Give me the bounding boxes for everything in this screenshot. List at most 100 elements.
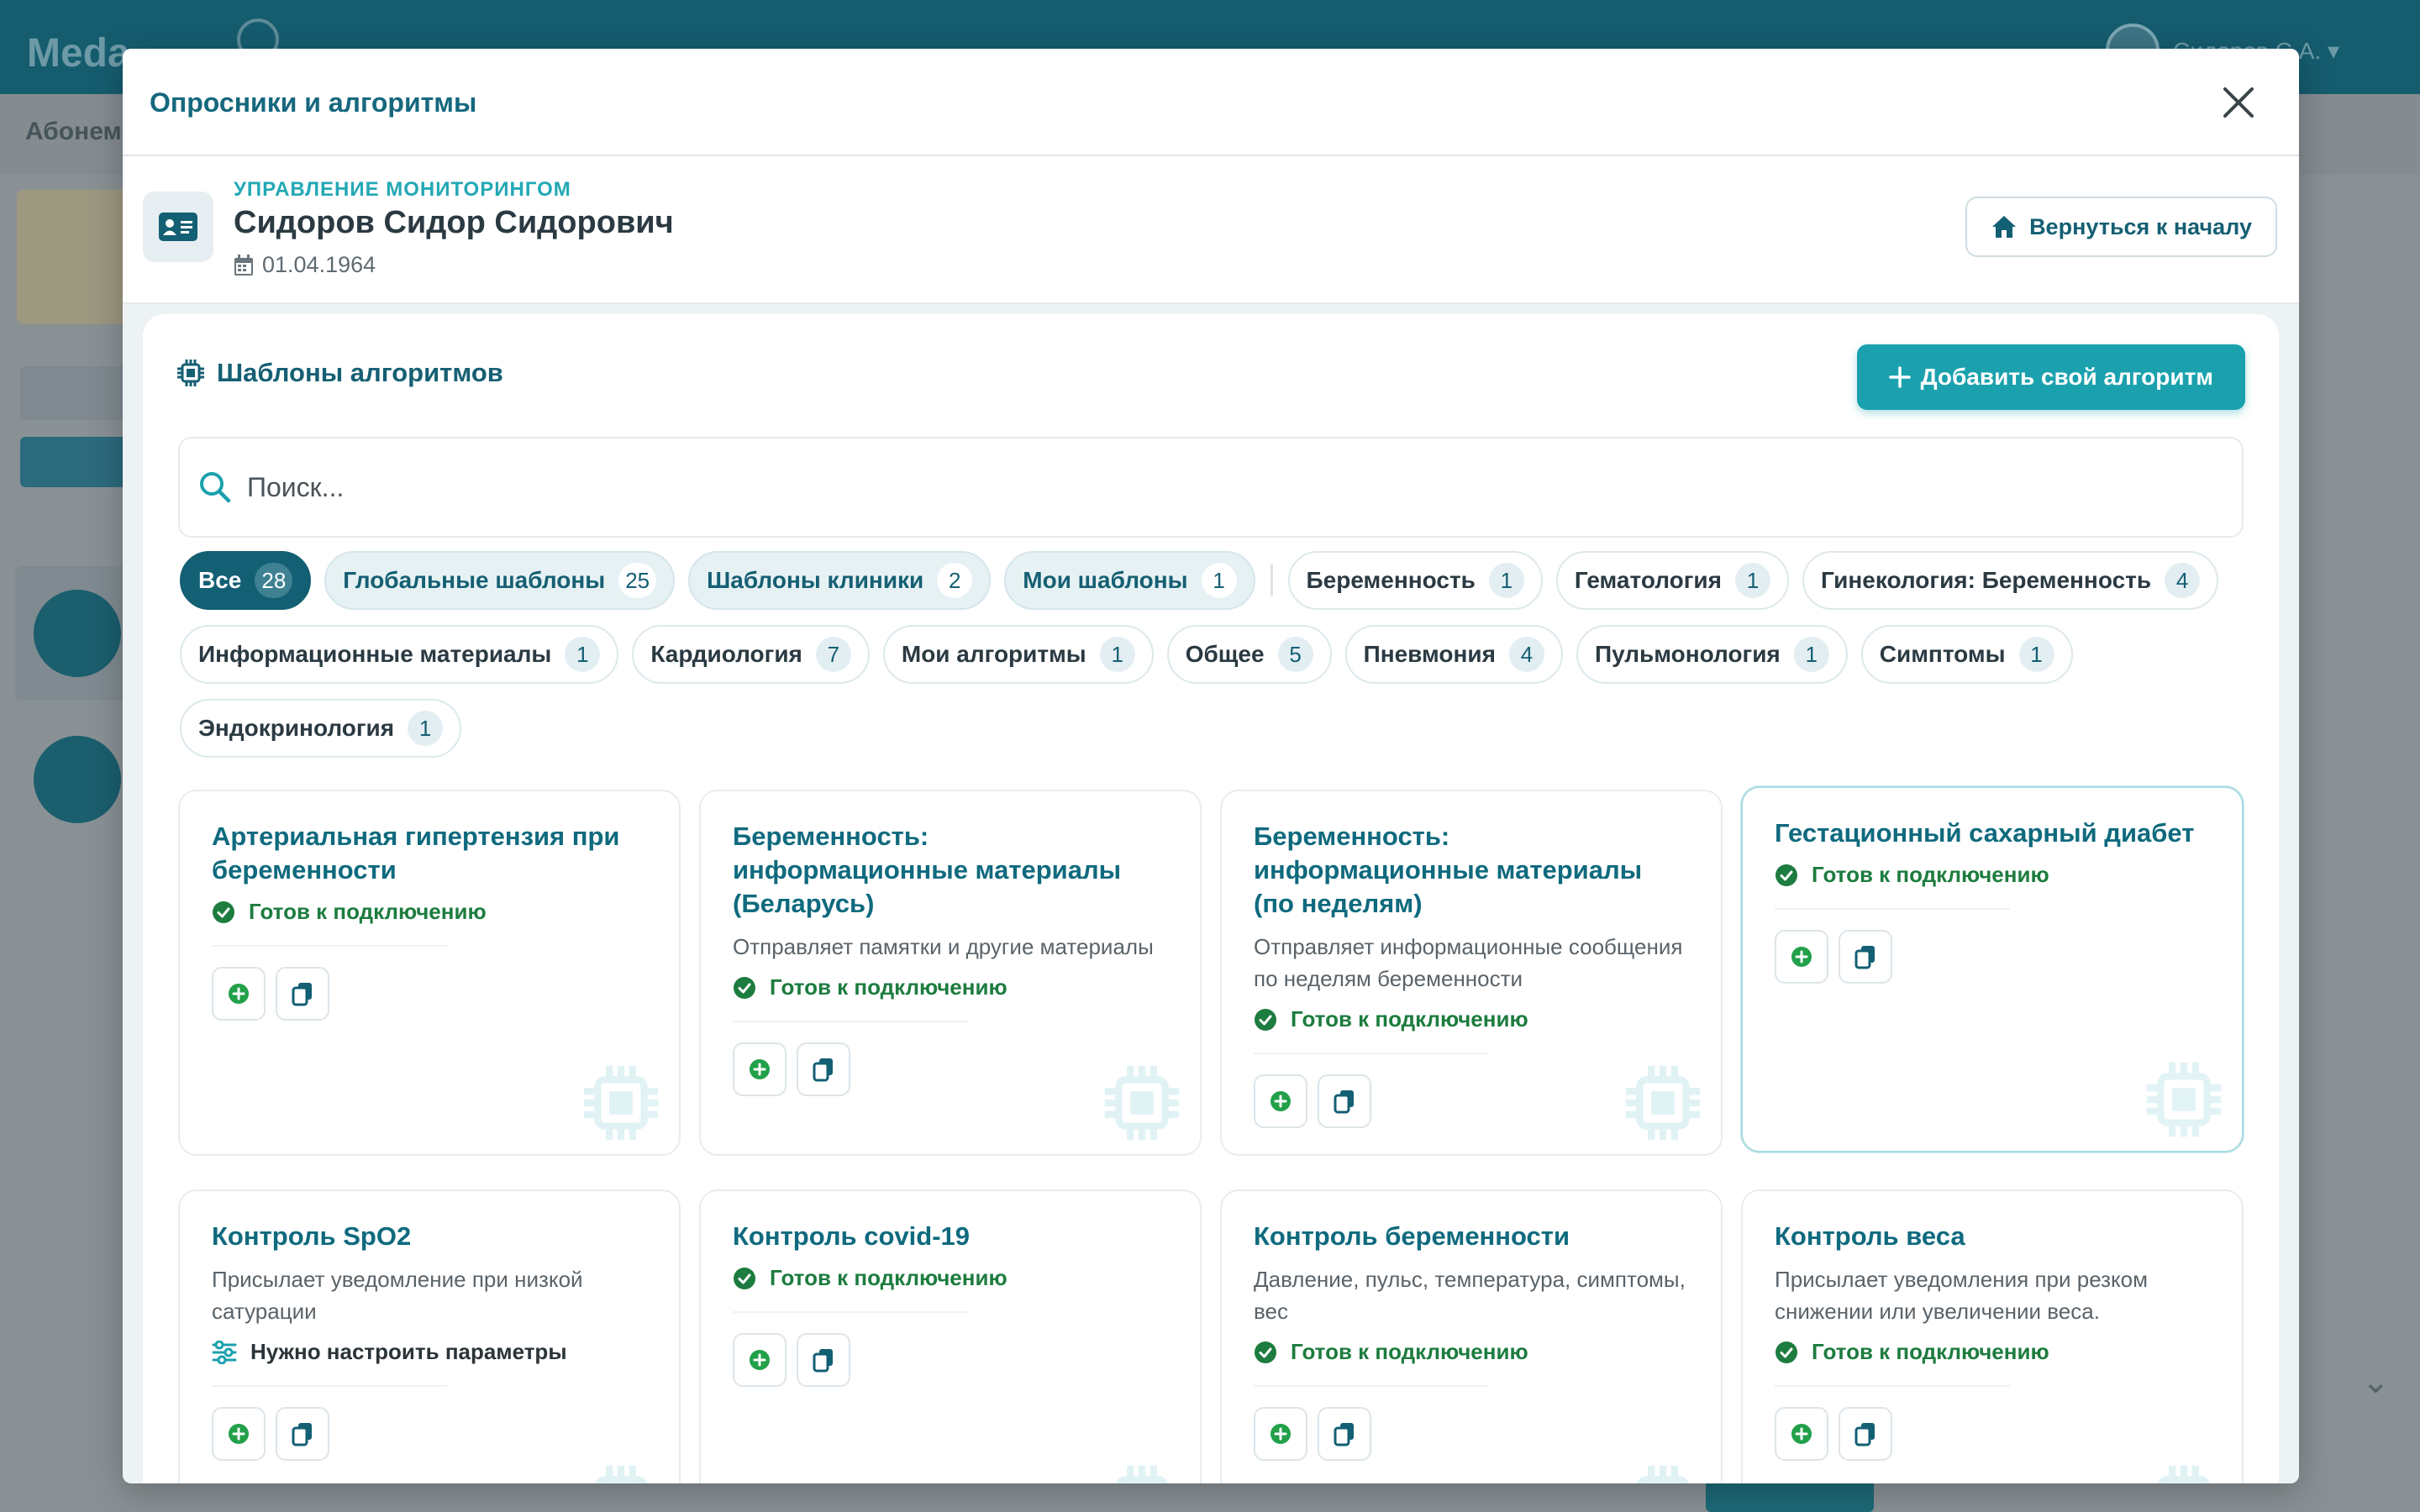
search-input[interactable] <box>247 471 2180 503</box>
filter-chip[interactable]: Эндокринология 1 <box>180 699 462 758</box>
algorithm-card[interactable]: Беременность: информационные материалы (… <box>699 790 1202 1156</box>
filter-chip[interactable]: Гинекология: Беременность 4 <box>1802 551 2219 610</box>
background-logo: Meda <box>27 31 130 76</box>
filter-chip-count: 1 <box>1793 637 1829 672</box>
patient-dob-value: 01.04.1964 <box>262 252 376 277</box>
copy-icon <box>292 1423 312 1446</box>
connect-button[interactable] <box>733 1333 786 1387</box>
add-algorithm-button[interactable]: Добавить свой алгоритм <box>1856 344 2245 410</box>
modal-title: Опросники и алгоритмы <box>150 87 477 118</box>
check-circle-icon <box>734 976 755 999</box>
card-divider <box>733 1021 968 1022</box>
back-to-start-button[interactable]: Вернуться к началу <box>1965 197 2277 257</box>
algorithm-card-status: Готов к подключению <box>1254 1006 1689 1032</box>
copy-button[interactable] <box>276 1407 329 1461</box>
check-circle-icon <box>213 900 234 923</box>
filter-chip[interactable]: Пульмонология 1 <box>1576 625 1848 684</box>
card-divider <box>212 945 447 947</box>
copy-icon <box>292 983 312 1006</box>
plus-circle-icon <box>1270 1424 1291 1444</box>
filter-chip-count: 4 <box>1508 637 1544 672</box>
filter-chip[interactable]: Гематология 1 <box>1555 551 1789 610</box>
copy-button[interactable] <box>1839 930 1892 984</box>
filter-chip[interactable]: Кардиология 7 <box>632 625 870 684</box>
patient-section-kicker: УПРАВЛЕНИЕ МОНИТОРИНГОМ <box>234 178 571 201</box>
background-button <box>20 366 138 420</box>
patient-name: Сидоров Сидор Сидорович <box>234 205 674 240</box>
copy-button[interactable] <box>1318 1074 1371 1128</box>
algorithm-card-title: Контроль беременности <box>1254 1221 1570 1251</box>
filter-separator <box>1270 564 1273 596</box>
plus-circle-icon <box>1791 947 1812 967</box>
card-actions <box>212 967 647 1021</box>
algorithm-card[interactable]: Контроль covid-19 Готов к подключению <box>699 1189 1202 1483</box>
filter-chip[interactable]: Глобальные шаблоны 25 <box>324 551 676 610</box>
filter-chip[interactable]: Общее 5 <box>1166 625 1332 684</box>
filter-chip-label: Информационные материалы <box>198 641 552 667</box>
card-actions <box>1775 930 2210 984</box>
patient-dob: 01.04.1964 <box>234 252 376 278</box>
algorithm-card[interactable]: Контроль веса Присылает уведомления при р… <box>1741 1189 2244 1483</box>
home-icon <box>1992 216 2017 238</box>
chip-watermark-icon <box>1102 1063 1181 1142</box>
algorithm-card-title: Контроль SpO2 <box>212 1221 412 1251</box>
copy-button[interactable] <box>797 1333 850 1387</box>
copy-button[interactable] <box>276 967 329 1021</box>
plus-icon <box>1888 366 1911 388</box>
filter-chip[interactable]: Мои шаблоны 1 <box>1004 551 1255 610</box>
connect-button[interactable] <box>212 967 266 1021</box>
algorithm-card[interactable]: Контроль беременности Давление, пульс, те… <box>1220 1189 1723 1483</box>
connect-button[interactable] <box>1775 1407 1828 1461</box>
connect-button[interactable] <box>212 1407 266 1461</box>
algorithm-card[interactable]: Артериальная гипертензия при беременност… <box>178 790 681 1156</box>
back-to-start-label: Вернуться к началу <box>2029 213 2252 239</box>
connect-button[interactable] <box>1254 1074 1307 1128</box>
algorithm-card-status-label: Нужно настроить параметры <box>250 1339 567 1364</box>
filter-chip[interactable]: Пневмония 4 <box>1344 625 1563 684</box>
filter-chip[interactable]: Мои алгоритмы 1 <box>882 625 1154 684</box>
algorithm-card[interactable]: Беременность: информационные материалы (… <box>1220 790 1723 1156</box>
algorithm-card-status: Готов к подключению <box>212 899 647 925</box>
filter-chip-count: 1 <box>1488 563 1524 598</box>
filter-chips: Все 28 Глобальные шаблоны 25 Шаблоны клиники… <box>180 551 2264 758</box>
copy-button[interactable] <box>1839 1407 1892 1461</box>
copy-button[interactable] <box>797 1042 850 1096</box>
connect-button[interactable] <box>1775 930 1828 984</box>
close-button[interactable] <box>2217 81 2260 124</box>
algorithm-card-title: Контроль веса <box>1775 1221 1965 1251</box>
filter-chip-count: 5 <box>1277 637 1313 672</box>
filter-chip-count: 28 <box>255 563 293 598</box>
algorithm-card-status-label: Готов к подключению <box>1812 1339 2049 1364</box>
id-card-icon <box>143 192 213 262</box>
filter-chip-count: 2 <box>937 563 973 598</box>
copy-button[interactable] <box>1318 1407 1371 1461</box>
filter-chip[interactable]: Беременность 1 <box>1287 551 1543 610</box>
background-avatar <box>34 590 121 677</box>
algorithm-card-description: Давление, пульс, температура, симптомы, … <box>1254 1267 1686 1324</box>
card-divider <box>1775 1385 2010 1387</box>
algorithm-card[interactable]: Гестационный сахарный диабет Готов к подк… <box>1741 786 2244 1152</box>
search-icon <box>200 472 231 503</box>
chip-icon <box>177 360 204 386</box>
chip-watermark-icon <box>581 1463 660 1483</box>
copy-icon <box>813 1058 833 1082</box>
connect-button[interactable] <box>1254 1407 1307 1461</box>
filter-chip-label: Эндокринология <box>198 715 395 741</box>
chip-watermark-icon <box>1623 1463 1702 1483</box>
algorithm-card-status: Готов к подключению <box>733 974 1168 1000</box>
plus-circle-icon <box>750 1059 770 1079</box>
copy-icon <box>1334 1090 1354 1114</box>
algorithm-card[interactable]: Контроль SpO2 Присылает уведомление при н… <box>178 1189 681 1483</box>
filter-chip[interactable]: Информационные материалы 1 <box>180 625 619 684</box>
filter-chip[interactable]: Симптомы 1 <box>1860 625 2073 684</box>
algorithm-cards-grid: Артериальная гипертензия при беременност… <box>178 786 2245 1483</box>
filter-chip[interactable]: Шаблоны клиники 2 <box>688 551 992 610</box>
card-actions <box>1775 1407 2210 1461</box>
algorithm-card-status-label: Готов к подключению <box>1291 1006 1528 1032</box>
filter-chip[interactable]: Все 28 <box>180 551 312 610</box>
card-divider <box>212 1385 447 1387</box>
patient-bar: УПРАВЛЕНИЕ МОНИТОРИНГОМ Сидоров Сидор Си… <box>123 156 2299 304</box>
connect-button[interactable] <box>733 1042 786 1096</box>
close-icon <box>2223 87 2254 118</box>
filter-chip-count: 1 <box>408 711 444 746</box>
